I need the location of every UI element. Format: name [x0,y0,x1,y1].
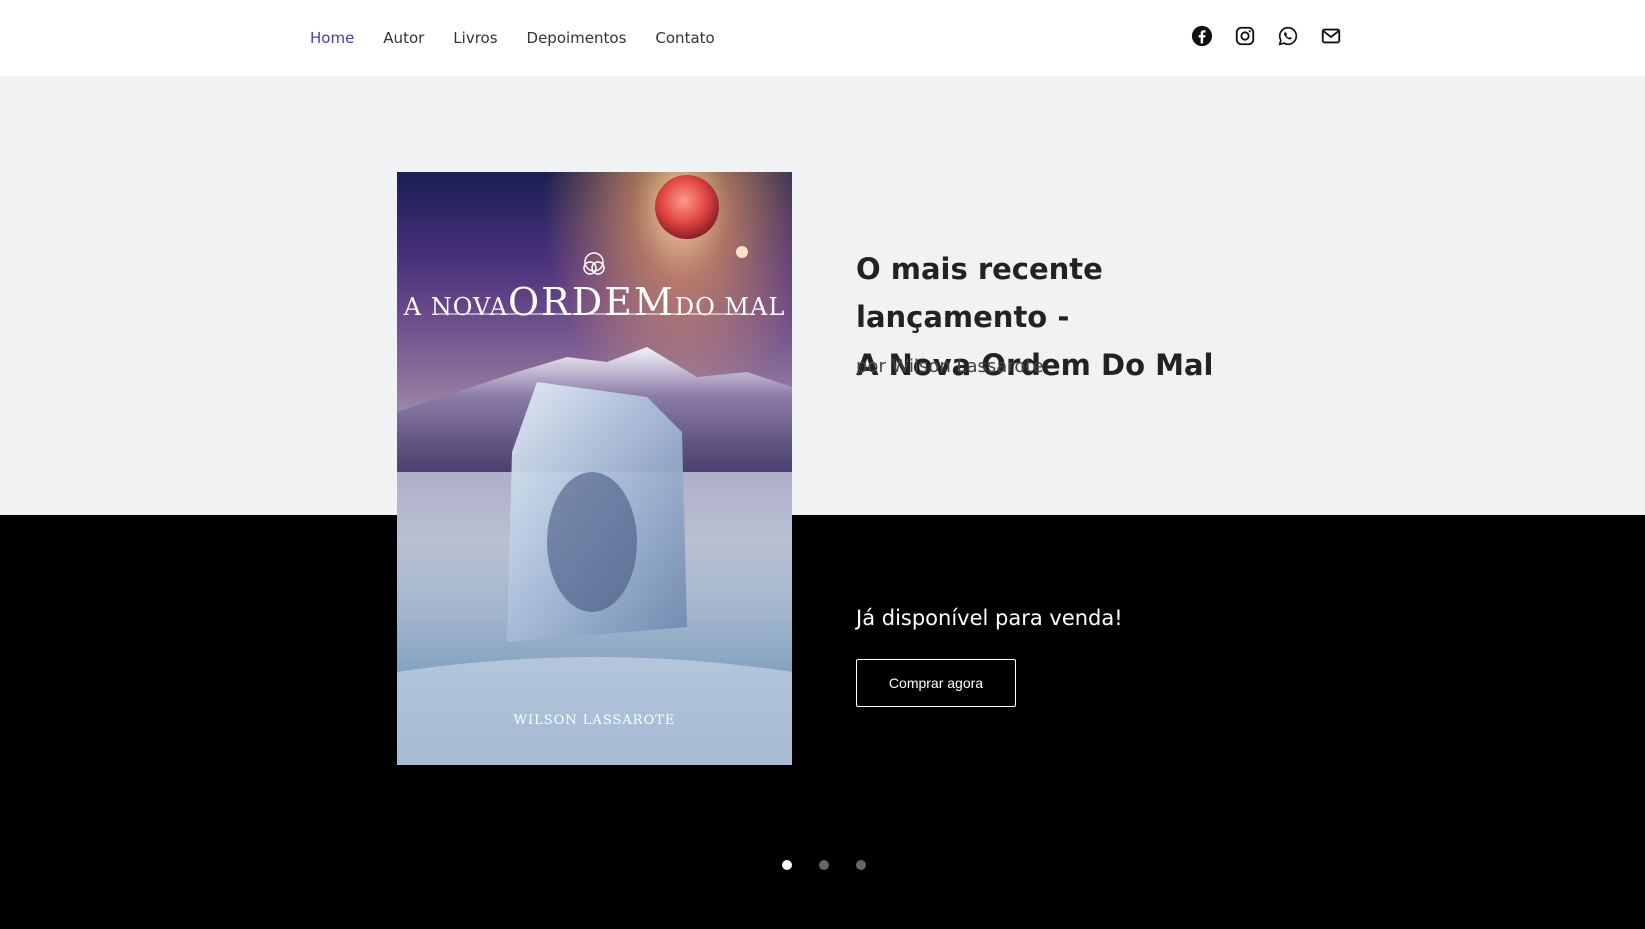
whatsapp-icon[interactable] [1276,24,1300,48]
mail-icon[interactable] [1319,24,1343,48]
social-links [1190,24,1343,48]
availability-text: Já disponível para venda! [856,606,1123,630]
cover-title-main: ORDEM [507,280,675,324]
facebook-icon[interactable] [1190,24,1214,48]
headline-line-1: O mais recente lançamento - [856,252,1103,334]
main-nav: Home Autor Livros Depoimentos Contato [310,26,744,50]
carousel-dot-3[interactable] [856,860,866,870]
carousel-dot-2[interactable] [819,860,829,870]
cover-title-suffix: DO MAL [674,293,786,321]
nav-livros[interactable]: Livros [453,26,497,50]
nav-home[interactable]: Home [310,26,354,50]
book-cover: A NOVAORDEMDO MAL WILSON LASSAROTE [397,172,792,765]
nav-autor[interactable]: Autor [383,26,424,50]
nav-depoimentos[interactable]: Depoimentos [527,26,627,50]
site-header: Home Autor Livros Depoimentos Contato [0,0,1645,76]
book-cover-art [397,172,792,765]
cover-title-prefix: A NOVA [403,293,508,321]
instagram-icon[interactable] [1233,24,1257,48]
cover-author: WILSON LASSAROTE [513,713,676,728]
hero-top-band [0,76,1645,515]
cover-title: A NOVAORDEMDO MAL [397,280,792,324]
buy-now-button[interactable]: Comprar agora [856,659,1016,707]
nav-contato[interactable]: Contato [655,26,714,50]
hero-byline: por Wilson Lassarote [856,356,1044,377]
carousel-dots [782,860,866,870]
carousel-dot-1[interactable] [782,860,792,870]
